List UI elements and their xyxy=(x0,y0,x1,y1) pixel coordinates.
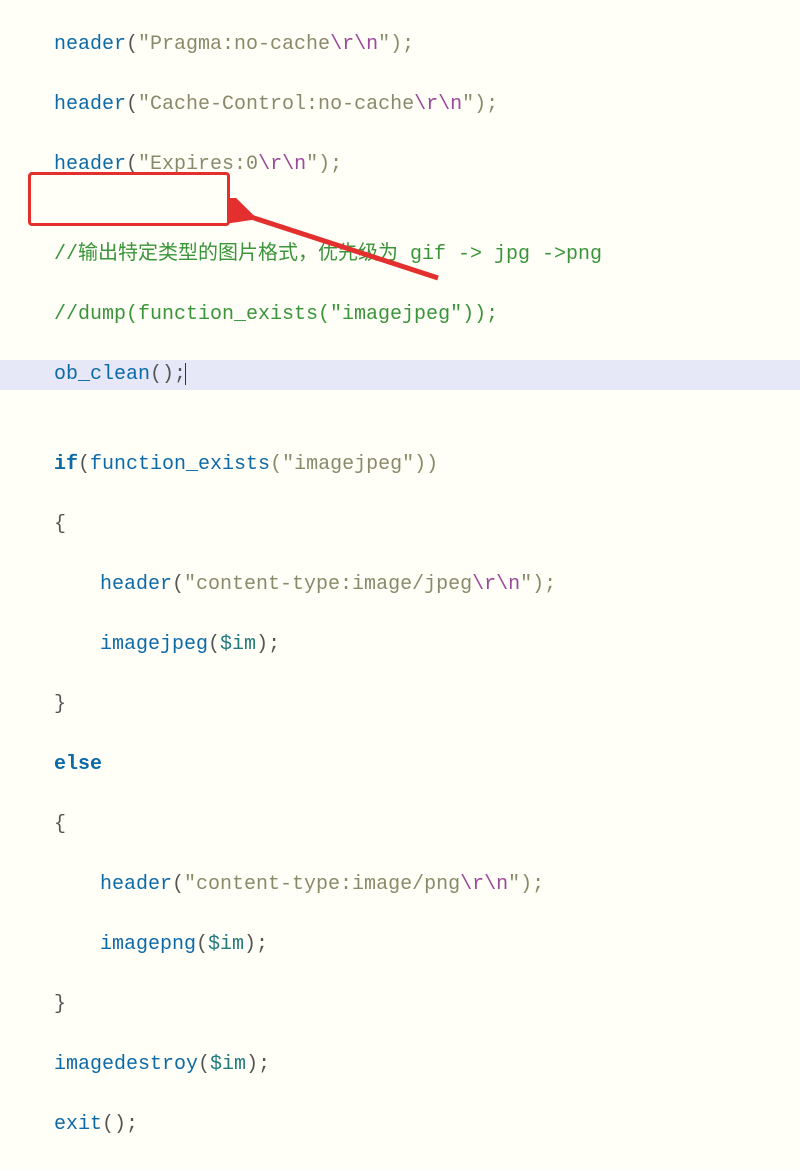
fn-token: header xyxy=(100,873,172,896)
code-line: imagepng($im); xyxy=(0,930,800,960)
fn-token: header xyxy=(54,153,126,176)
code-line: exit(); xyxy=(0,1110,800,1140)
code-line: imagejpeg($im); xyxy=(0,630,800,660)
brace-token: { xyxy=(54,813,66,836)
escape-token: \r\n xyxy=(330,33,378,56)
string-end: "); xyxy=(508,873,544,896)
paren-token: ); xyxy=(246,1053,270,1076)
paren-token: (); xyxy=(102,1113,138,1136)
string-token: "Expires:0 xyxy=(138,153,258,176)
string-end: "); xyxy=(378,33,414,56)
fn-token: imagepng xyxy=(100,933,196,956)
brace-line: { xyxy=(0,510,800,540)
code-line: if(function_exists("imagejpeg")) xyxy=(0,450,800,480)
string-end: "); xyxy=(520,573,556,596)
fn-token: function_exists xyxy=(90,453,270,476)
keyword-token: else xyxy=(54,753,102,776)
escape-token: \r\n xyxy=(460,873,508,896)
fn-token: ob_clean xyxy=(54,363,150,386)
fn-token: exit xyxy=(54,1113,102,1136)
code-line: else xyxy=(0,750,800,780)
comment-line: //输出特定类型的图片格式，优先级为 gif -> jpg ->png xyxy=(0,240,800,270)
string-end: "); xyxy=(462,93,498,116)
string-token: "Pragma:no-cache xyxy=(138,33,330,56)
comment-token: //输出特定类型的图片格式，优先级为 gif -> jpg ->png xyxy=(54,243,602,266)
paren-token: ); xyxy=(244,933,268,956)
string-token: "content-type:image/jpeg xyxy=(184,573,472,596)
code-line: header("Expires:0\r\n"); xyxy=(0,150,800,180)
string-end: "); xyxy=(306,153,342,176)
escape-token: \r\n xyxy=(472,573,520,596)
string-token: "content-type:image/png xyxy=(184,873,460,896)
code-line: imagedestroy($im); xyxy=(0,1050,800,1080)
fn-token: imagejpeg xyxy=(100,633,208,656)
var-token: $im xyxy=(210,1053,246,1076)
var-token: $im xyxy=(208,933,244,956)
brace-token: { xyxy=(54,513,66,536)
fn-token: header xyxy=(100,573,172,596)
brace-line: { xyxy=(0,810,800,840)
comment-line: //dump(function_exists("imagejpeg")); xyxy=(0,300,800,330)
paren-token: ( xyxy=(198,1053,210,1076)
code-line: header("content-type:image/png\r\n"); xyxy=(0,870,800,900)
paren-token: (); xyxy=(150,363,186,386)
brace-token: } xyxy=(54,693,66,716)
paren-token: ( xyxy=(208,633,220,656)
code-editor[interactable]: neader("Pragma:no-cache\r\n"); header("C… xyxy=(0,0,800,1170)
fn-token: neader xyxy=(54,33,126,56)
code-line: header("content-type:image/jpeg\r\n"); xyxy=(0,570,800,600)
string-token: ("imagejpeg")) xyxy=(270,453,438,476)
fn-token: imagedestroy xyxy=(54,1053,198,1076)
brace-line: } xyxy=(0,690,800,720)
escape-token: \r\n xyxy=(414,93,462,116)
code-line: neader("Pragma:no-cache\r\n"); xyxy=(0,30,800,60)
brace-line: } xyxy=(0,990,800,1020)
text-cursor xyxy=(185,363,186,385)
string-token: "Cache-Control:no-cache xyxy=(138,93,414,116)
paren-token: ( xyxy=(196,933,208,956)
brace-token: } xyxy=(54,993,66,1016)
highlighted-line: ob_clean(); xyxy=(0,360,800,390)
code-line: header("Cache-Control:no-cache\r\n"); xyxy=(0,90,800,120)
comment-token: //dump(function_exists("imagejpeg")); xyxy=(54,303,498,326)
var-token: $im xyxy=(220,633,256,656)
paren-token: ( xyxy=(78,453,90,476)
paren-token: ); xyxy=(256,633,280,656)
keyword-token: if xyxy=(54,453,78,476)
fn-token: header xyxy=(54,93,126,116)
escape-token: \r\n xyxy=(258,153,306,176)
